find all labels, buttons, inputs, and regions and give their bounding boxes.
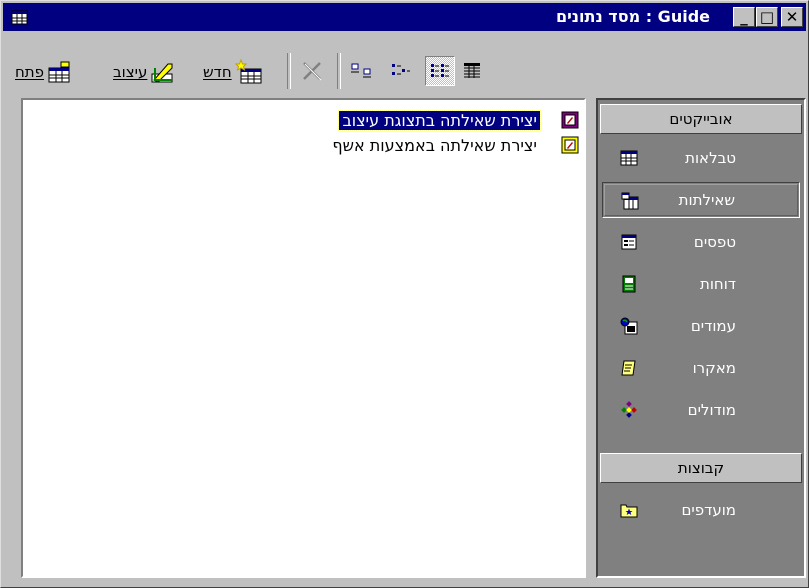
table-icon (620, 150, 638, 166)
large-icons-button[interactable] (347, 56, 377, 86)
query-icon (621, 192, 639, 210)
list-item[interactable]: יצירת שאילתה בתצוגת עיצוב (338, 109, 580, 131)
nav-item-label: טבלאות (685, 149, 736, 167)
minimize-icon: _ (740, 8, 748, 26)
toolbar-separator (287, 53, 291, 89)
database-window: מסד נתונים : Guide _ □ ✕ פתח עיצוב חדש י… (0, 0, 809, 588)
design-icon (151, 63, 173, 83)
new-button[interactable]: חדש (203, 55, 265, 89)
form-icon (621, 234, 637, 250)
nav-item-label: טפסים (693, 233, 736, 251)
nav-item-label: מועדפים (681, 501, 736, 519)
list-view-button[interactable] (425, 56, 455, 86)
favorites-folder-icon (620, 504, 638, 518)
nav-item-forms[interactable]: טפסים (602, 224, 800, 260)
nav-item-queries[interactable]: שאילתות (602, 182, 800, 218)
macro-icon (621, 360, 636, 376)
nav-item-tables[interactable]: טבלאות (602, 140, 800, 176)
delete-button[interactable] (297, 56, 327, 86)
design-label: עיצוב (113, 63, 148, 81)
objects-header-button[interactable]: אובייקטים (600, 104, 802, 134)
small-icons-icon (392, 64, 410, 75)
list-item-label: יצירת שאילתה בתצוגת עיצוב (338, 109, 541, 131)
list-item-label: יצירת שאילתה באמצעות אשף (332, 135, 537, 155)
nav-item-favorites[interactable]: מועדפים (602, 492, 800, 528)
toolbar-separator (337, 53, 341, 89)
design-button[interactable]: עיצוב (113, 55, 176, 89)
open-label: פתח (15, 63, 45, 81)
objects-header-label: אובייקטים (669, 110, 733, 128)
close-button[interactable]: ✕ (781, 7, 803, 27)
nav-item-label: דוחות (699, 275, 736, 293)
object-list[interactable]: יצירת שאילתה בתצוגת עיצוב יצירת שאילתה ב… (21, 98, 586, 578)
database-window-icon[interactable] (11, 8, 28, 25)
large-icons-icon (351, 63, 371, 78)
small-icons-button[interactable] (386, 56, 416, 86)
list-item[interactable]: יצירת שאילתה באמצעות אשף (329, 134, 580, 156)
open-button[interactable]: פתח (15, 55, 73, 89)
nav-item-label: שאילתות (678, 191, 735, 209)
nav-item-modules[interactable]: מודולים (602, 392, 800, 428)
query-wizard-icon (561, 136, 579, 154)
query-wizard-icon (561, 111, 579, 129)
groups-header-label: קבוצות (677, 459, 725, 477)
close-icon: ✕ (785, 8, 799, 26)
title-bar[interactable]: מסד נתונים : Guide _ □ ✕ (3, 3, 806, 31)
list-view-icon (431, 64, 449, 77)
nav-item-reports[interactable]: דוחות (602, 266, 800, 302)
new-label: חדש (203, 63, 232, 81)
maximize-icon: □ (759, 8, 775, 26)
window-title: מסד נתונים : Guide (555, 7, 710, 26)
nav-item-label: מודולים (687, 401, 736, 419)
nav-item-label: מאקרו (692, 359, 736, 377)
module-icon (621, 401, 637, 418)
objects-bar: אובייקטים טבלאות שאילתות טפסים דוחות עמו… (596, 98, 806, 578)
groups-header-button[interactable]: קבוצות (600, 453, 802, 483)
delete-icon (303, 62, 322, 81)
maximize-button[interactable]: □ (756, 7, 778, 27)
page-icon (620, 317, 638, 335)
nav-item-pages[interactable]: עמודים (602, 308, 800, 344)
open-icon (48, 61, 70, 83)
minimize-button[interactable]: _ (733, 7, 755, 27)
report-icon (622, 275, 636, 293)
details-view-icon (464, 63, 480, 78)
nav-item-macros[interactable]: מאקרו (602, 350, 800, 386)
new-icon (234, 59, 262, 84)
details-view-button[interactable] (457, 56, 487, 86)
nav-item-label: עמודים (690, 317, 736, 335)
